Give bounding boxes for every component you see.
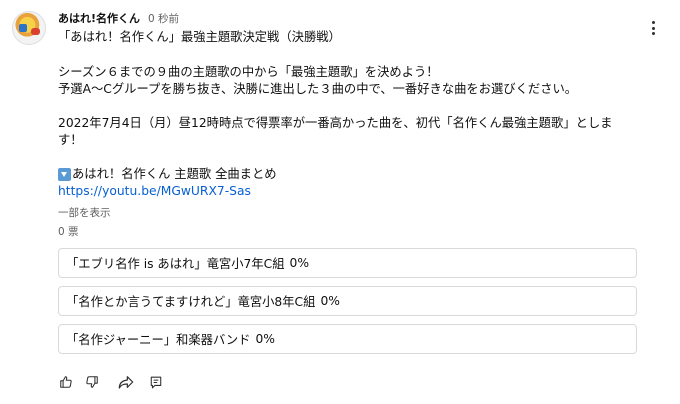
avatar-figure-red xyxy=(31,28,40,35)
thumbs-down-icon[interactable] xyxy=(84,374,100,390)
vote-count: 0 票 xyxy=(58,226,79,238)
comment-icon[interactable] xyxy=(148,374,164,390)
show-less-button[interactable]: 一部を表示 xyxy=(58,205,111,220)
poll-option[interactable]: 「名作とか言うてますけれど」竜宮小8年C組 0% xyxy=(58,286,637,316)
playlist-caption: あはれ！名作くん 主題歌 全曲まとめ xyxy=(72,167,277,181)
post-body-line: シーズン６までの９曲の主題歌の中から「最強主題歌」を決めよう！ xyxy=(58,65,439,79)
poll-option-percent: 0% xyxy=(289,256,310,270)
post-header: あはれ!名作くん 0 秒前 xyxy=(58,11,179,25)
channel-name[interactable]: あはれ!名作くん xyxy=(58,10,140,26)
avatar-figure-blue xyxy=(19,24,27,32)
action-bar xyxy=(58,374,164,390)
post-body-line: 予選A〜Cグループを勝ち抜き、決勝に進出した３曲の中で、一番好きな曲をお選びくだ… xyxy=(58,82,578,96)
post-timestamp[interactable]: 0 秒前 xyxy=(148,11,179,26)
post-body-line: 2022年7月4日（月）昼12時時点で得票率が一番高かった曲を、初代「名作くん最… xyxy=(58,116,613,130)
post-body-line: す！ xyxy=(58,133,83,147)
poll-option[interactable]: 「名作ジャーニー」和楽器バンド 0% xyxy=(58,324,637,354)
poll-option-percent: 0% xyxy=(320,294,340,308)
poll-option-label: 「エブリ名作 is あはれ」竜宮小7年C組 xyxy=(66,257,285,271)
poll-option-percent: 0% xyxy=(255,332,275,346)
more-vertical-icon[interactable] xyxy=(646,18,660,38)
channel-avatar[interactable] xyxy=(12,11,46,45)
playlist-link[interactable]: https://youtu.be/MGwURX7-Sas xyxy=(58,183,251,200)
poll-option[interactable]: 「エブリ名作 is あはれ」竜宮小7年C組 0% xyxy=(58,248,637,278)
thumbs-up-icon[interactable] xyxy=(58,374,74,390)
poll-option-label: 「名作ジャーニー」和楽器バンド xyxy=(66,333,251,347)
post-title: 「あはれ！名作くん」最強主題歌決定戦（決勝戦） xyxy=(58,30,341,44)
down-arrow-emoji-icon xyxy=(58,168,71,181)
poll-option-label: 「名作とか言うてますけれど」竜宮小8年C組 xyxy=(66,295,316,309)
share-icon[interactable] xyxy=(118,374,134,390)
post-body-line: あはれ！名作くん 主題歌 全曲まとめ xyxy=(58,166,277,183)
